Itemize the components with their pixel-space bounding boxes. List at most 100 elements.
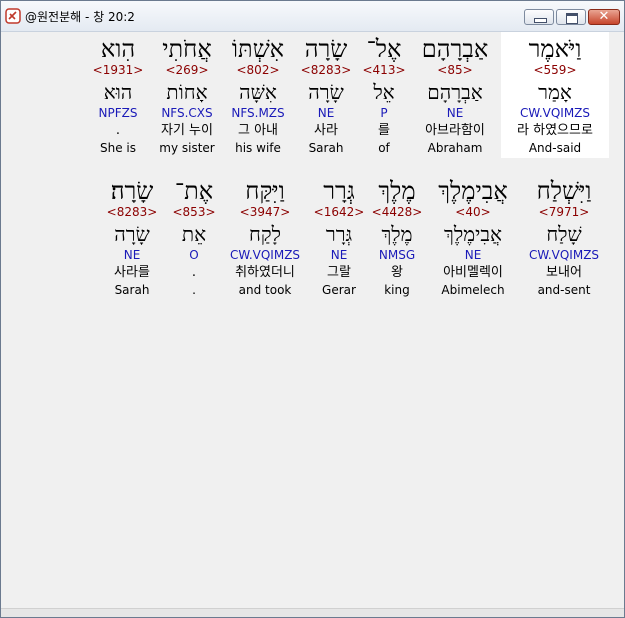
hebrew-word: גְּרָר [323,177,355,205]
morphology-code: NFS.MZS [231,106,285,120]
hebrew-word: אֶל־ [366,35,402,63]
english-gloss: of [378,141,390,155]
strong-number: <8283> [300,63,352,77]
strong-number: <559> [533,63,577,77]
korean-gloss: . [115,123,121,138]
english-gloss: king [384,283,410,297]
lexical-form: הוּא [103,80,133,104]
lexical-form: אָמַר [538,80,572,104]
title-bar[interactable]: @원전분해 - 창 20:2 ✕ [1,1,624,32]
word-column[interactable]: וַיִּקַּח <3947> לָקַח CW.VQIMZS 취하였더니 and to… [230,174,300,298]
english-gloss: Abimelech [441,283,505,297]
hebrew-word: אַבְרָהָם [421,35,489,63]
minimize-button[interactable] [524,9,554,25]
english-gloss: Gerar [322,283,356,297]
strong-number: <3947> [239,205,291,219]
lexical-form: לָקַח [249,222,281,246]
word-column[interactable]: אִשְׁתּוֹ <802> אִשָּׁה NFS.MZS 그 아내 his wife [231,32,284,156]
strong-number: <853> [172,205,216,219]
strong-number: <4428> [371,205,423,219]
morphology-code: CW.VQIMZS [519,106,591,120]
lexical-form: שָׂרָה [308,80,344,104]
lexical-form: אֵת [181,222,207,246]
hebrew-word: מֶלֶךְ [378,177,416,205]
english-gloss: She is [99,141,136,155]
morphology-code: O [189,248,199,262]
word-column[interactable]: אֲבִימֶלֶךְ <40> אֲבִימֶלֶךְ NE 아비멜렉이 Abimele… [438,174,508,298]
word-column[interactable]: שָׂרָה <8283> שָׂרָה NE 사라 Sarah [301,32,352,156]
english-gloss: and took [238,283,292,297]
maximize-button[interactable] [556,9,586,25]
word-column[interactable]: הִוא <1931> הוּא NPFZS. She is [93,32,144,156]
lexical-form: אֲבִימֶלֶךְ [444,222,502,246]
strong-number: <1931> [92,63,144,77]
lexical-form: אֵל [373,80,395,104]
korean-gloss: 자기 누이 [161,123,213,138]
hebrew-word: אֲחֹתִי [162,35,212,63]
hebrew-word: שָׂרָה׃ [110,177,154,205]
verse-line-1: וַיֹּאמֶר <559> אָמַר CW.VQIMZS 라 하였으므로 And-s… [7,32,618,172]
close-icon: ✕ [598,9,610,24]
hebrew-word: הִוא [100,35,136,63]
english-gloss: and-sent [537,283,591,297]
morphology-code: P [380,106,388,120]
korean-gloss: 보내어 [546,265,582,280]
english-gloss: And-said [528,141,582,155]
morphology-code: NPFZS [98,106,138,120]
korean-gloss: . [191,265,197,280]
morphology-code: NFS.CXS [161,106,213,120]
english-gloss: Sarah [308,141,344,155]
korean-gloss: 아브라함이 [425,123,485,138]
hebrew-word: אִשְׁתּוֹ [231,35,285,63]
english-gloss: Abraham [427,141,483,155]
morphology-code: CW.VQIMZS [528,248,600,262]
strong-number: <802> [236,63,280,77]
strong-number: <8283> [106,205,158,219]
morphology-code: NE [123,248,141,262]
hebrew-word: אֲבִימֶלֶךְ [438,177,508,205]
korean-gloss: 사라를 [114,265,150,280]
word-column[interactable]: שָׂרָה׃ <8283> שָׂרָה NE 사라를 Sarah [107,174,158,298]
app-logo-icon [5,8,21,24]
morphology-code: NE [464,248,482,262]
lexical-form: גְּרָר [325,222,353,246]
interlinear-panel: וַיֹּאמֶר <559> אָמַר CW.VQIMZS 라 하였으므로 And-s… [7,32,618,609]
morphology-code: CW.VQIMZS [229,248,301,262]
hebrew-word: וַיִּקַּח [245,177,285,205]
word-column[interactable]: אַבְרָהָם <85> אַבְרָהָם NE 아브라함이 Abraham [422,32,489,156]
status-strip [1,608,624,617]
close-button[interactable]: ✕ [588,9,620,25]
korean-gloss: 라 하였으므로 [517,123,593,138]
word-column[interactable]: אֶל־ <413> אֵל P 를 of [362,32,405,156]
word-column[interactable]: אֲחֹתִי <269> אָחוֹת NFS.CXS 자기 누이 my sister [159,32,214,156]
korean-gloss: 그랄 [327,265,351,280]
english-gloss: his wife [235,141,281,155]
hebrew-word: וַיֹּאמֶר [528,35,582,63]
word-column[interactable]: אֶת־ <853> אֵת O.. [172,174,215,298]
korean-gloss: 사라 [314,123,338,138]
lexical-form: אָחוֹת [166,80,208,104]
strong-number: <85> [437,63,473,77]
strong-number: <1642> [313,205,365,219]
strong-number: <40> [455,205,491,219]
korean-gloss: 아비멜렉이 [443,265,503,280]
korean-gloss: 왕 [391,265,403,280]
hebrew-word: וַיִּשְׁלַח [536,177,592,205]
hebrew-word: שָׂרָה [304,35,348,63]
word-column[interactable]: מֶלֶךְ <4428> מֶלֶךְ NMSG 왕 king [372,174,423,298]
word-column[interactable]: וַיִּשְׁלַח <7971> שָׁלַח CW.VQIMZS 보내어 and-s… [529,174,599,298]
app-window: @원전분해 - 창 20:2 ✕ וַיֹּאמֶר <559> אָמַר CW.V… [0,0,625,618]
verse-line-2: וַיִּשְׁלַח <7971> שָׁלַח CW.VQIMZS 보내어 and-s… [7,174,618,314]
word-column[interactable]: גְּרָר <1642> גְּרָר NE 그랄 Gerar [314,174,365,298]
strong-number: <413> [362,63,406,77]
english-gloss: my sister [159,141,215,155]
morphology-code: NE [446,106,464,120]
korean-gloss: 를 [378,123,390,138]
lexical-form: אִשָּׁה [239,80,277,104]
strong-number: <269> [165,63,209,77]
english-gloss: Sarah [114,283,150,297]
hebrew-word: אֶת־ [174,177,214,205]
korean-gloss: 그 아내 [237,123,279,138]
word-column[interactable]: וַיֹּאמֶר <559> אָמַר CW.VQIMZS 라 하였으므로 And-s… [501,32,609,158]
strong-number: <7971> [538,205,590,219]
